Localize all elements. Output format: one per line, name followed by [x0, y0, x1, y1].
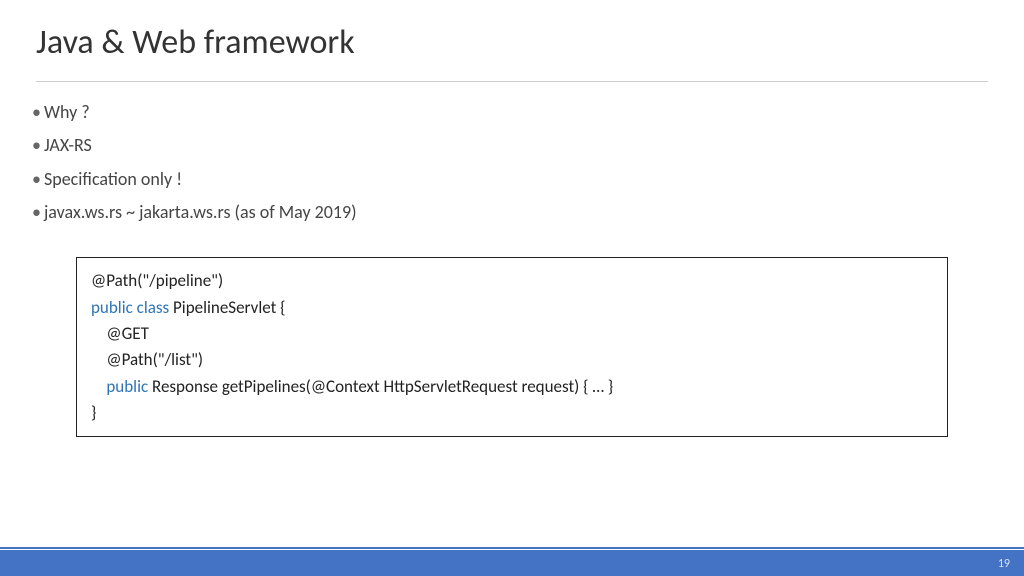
code-text: PipelineServlet {	[169, 297, 285, 318]
code-block: @Path("/pipeline") public class Pipeline…	[76, 257, 948, 437]
code-line: public Response getPipelines(@Context Ht…	[91, 374, 933, 400]
slide-title: Java & Web framework	[36, 22, 988, 63]
code-text: Response getPipelines(@Context HttpServl…	[148, 376, 613, 397]
bullet-item: Why ?	[36, 96, 988, 129]
code-line: @Path("/list")	[91, 347, 933, 373]
footer-bar: 19	[0, 550, 1024, 576]
slide-container: Java & Web framework Why ? JAX-RS Specif…	[0, 0, 1024, 576]
code-line: @GET	[91, 321, 933, 347]
code-line: }	[91, 400, 933, 426]
footer-accent-line	[0, 547, 1024, 549]
keyword: public	[106, 376, 148, 397]
bullet-list: Why ? JAX-RS Specification only ! javax.…	[36, 96, 988, 229]
page-number: 19	[998, 557, 1010, 571]
bullet-item: JAX-RS	[36, 129, 988, 162]
code-line: public class PipelineServlet {	[91, 295, 933, 321]
code-line: @Path("/pipeline")	[91, 268, 933, 294]
bullet-item: javax.ws.rs ~ jakarta.ws.rs (as of May 2…	[36, 196, 988, 229]
bullet-item: Specification only !	[36, 163, 988, 196]
code-text	[91, 376, 106, 397]
keyword: public class	[91, 297, 169, 318]
title-divider	[36, 81, 988, 82]
